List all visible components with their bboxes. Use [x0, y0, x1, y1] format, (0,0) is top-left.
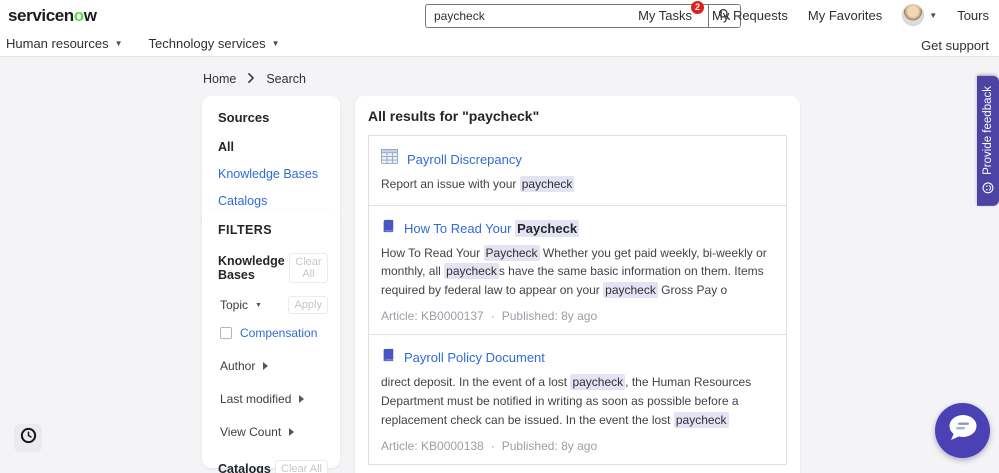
menu-technology-services[interactable]: Technology services ▼ [149, 36, 280, 51]
knowledge-article-icon [381, 219, 395, 238]
result-title-link[interactable]: Payroll Discrepancy [407, 152, 522, 167]
kb-filter-header: Knowledge Bases Clear All [218, 253, 328, 283]
chevron-right-icon [263, 362, 269, 370]
kb-apply-button[interactable]: Apply [288, 296, 328, 314]
result-title-link[interactable]: Payroll Policy Document [404, 350, 545, 365]
chevron-down-icon: ▼ [929, 10, 938, 20]
logo-text-end: w [83, 6, 97, 25]
my-tasks-badge: 2 [691, 0, 704, 14]
result-meta: Article: KB0000137 · Published: 8y ago [381, 309, 774, 323]
filter-author[interactable]: Author [218, 359, 328, 373]
menu-label: Human resources [6, 36, 109, 51]
result-article-number: Article: KB0000138 [381, 439, 484, 454]
filters-title: FILTERS [218, 223, 272, 237]
my-tasks-link[interactable]: My Tasks 2 [638, 0, 704, 23]
result-how-to-read-your-paycheck: How To Read Your Paycheck How To Read Yo… [368, 204, 787, 336]
header: servicenow My Tasks2 My Requests My Favo… [0, 0, 999, 57]
source-knowledge-bases[interactable]: Knowledge Bases [218, 167, 324, 181]
breadcrumb-current: Search [266, 72, 306, 86]
chat-bubble-icon [946, 413, 980, 448]
provide-feedback-tab[interactable]: Provide feedback [977, 76, 999, 206]
filter-last-modified-label: Last modified [220, 392, 292, 406]
sources-title: Sources [218, 110, 270, 125]
header-links: My Tasks 2 My Requests My Favorites ▼ Tou… [638, 0, 989, 30]
kb-compensation-row: Compensation [218, 326, 328, 340]
result-description: How To Read Your Paycheck Whether you ge… [381, 244, 767, 298]
chevron-right-icon [289, 428, 295, 436]
search-results-panel: All results for "paycheck" Payroll Discr… [355, 96, 800, 473]
menu-label: Technology services [148, 36, 266, 51]
user-menu[interactable]: ▼ [902, 4, 937, 26]
filter-author-label: Author [220, 359, 256, 373]
result-title-link[interactable]: How To Read Your Paycheck [404, 219, 580, 237]
chevron-right-icon [299, 395, 305, 403]
meta-separator: · [490, 309, 495, 324]
catalogs-clear-all-button[interactable]: Clear All [275, 460, 328, 473]
my-requests-link[interactable]: My Requests [712, 8, 788, 23]
filters-panel: FILTERS Knowledge Bases Clear All Topic ▼… [202, 210, 340, 473]
kb-topic-dropdown[interactable]: Topic ▼ [218, 298, 262, 312]
result-published: Published: 8y ago [501, 439, 598, 454]
provide-feedback-label: Provide feedback [982, 86, 994, 175]
kb-filter-title: Knowledge Bases [218, 254, 285, 282]
chevron-right-icon [247, 72, 255, 86]
result-meta: Article: KB0000138 · Published: 8y ago [381, 439, 774, 453]
clock-icon [20, 427, 37, 449]
menu-human-resources[interactable]: Human resources ▼ [6, 36, 123, 51]
source-catalogs[interactable]: Catalogs [218, 194, 324, 208]
result-payroll-discrepancy: Payroll Discrepancy Report an issue with… [368, 135, 787, 206]
topic-menus: Human resources ▼ Technology services ▼ [6, 36, 280, 51]
history-button[interactable] [14, 424, 42, 452]
my-tasks-label: My Tasks [638, 7, 692, 23]
kb-compensation-label[interactable]: Compensation [240, 326, 317, 340]
meta-separator: · [490, 439, 495, 454]
result-payroll-policy-document: Payroll Policy Document direct deposit. … [368, 334, 787, 466]
catalog-item-icon [381, 149, 398, 169]
filter-view-count-label: View Count [220, 425, 282, 439]
breadcrumb-home[interactable]: Home [203, 72, 236, 86]
source-all[interactable]: All [218, 140, 324, 154]
chevron-down-icon: ▼ [255, 301, 262, 309]
result-description: direct deposit. In the event of a lost p… [381, 374, 752, 428]
chevron-down-icon: ▼ [271, 39, 280, 48]
kb-topic-row: Topic ▼ Apply [218, 296, 328, 314]
breadcrumb: Home Search [203, 72, 306, 86]
result-article-number: Article: KB0000137 [381, 309, 484, 324]
kb-clear-all-button[interactable]: Clear All [288, 253, 328, 283]
tours-link[interactable]: Tours [957, 8, 989, 23]
kb-topic-label: Topic [220, 298, 249, 312]
catalogs-filter-header: Catalogs Clear All [218, 460, 328, 473]
sources-panel: Sources All Knowledge Bases Catalogs [202, 96, 340, 228]
my-favorites-link[interactable]: My Favorites [808, 8, 882, 23]
results-heading: All results for "paycheck" [368, 108, 540, 124]
logo-text: servicen [8, 6, 74, 25]
servicenow-logo[interactable]: servicenow [8, 6, 97, 26]
filter-view-count[interactable]: View Count [218, 425, 328, 439]
chevron-down-icon: ▼ [114, 39, 123, 48]
smiley-icon [982, 182, 994, 194]
get-support-link[interactable]: Get support [921, 38, 989, 53]
catalogs-filter-title: Catalogs [218, 462, 271, 473]
result-description: Report an issue with your paycheck [381, 176, 575, 192]
knowledge-article-icon [381, 348, 395, 367]
kb-compensation-checkbox[interactable] [220, 327, 232, 339]
avatar [902, 4, 925, 26]
filter-last-modified[interactable]: Last modified [218, 392, 328, 406]
result-published: Published: 8y ago [501, 309, 598, 324]
chat-button[interactable] [935, 403, 990, 458]
logo-green-o: o [73, 6, 84, 25]
